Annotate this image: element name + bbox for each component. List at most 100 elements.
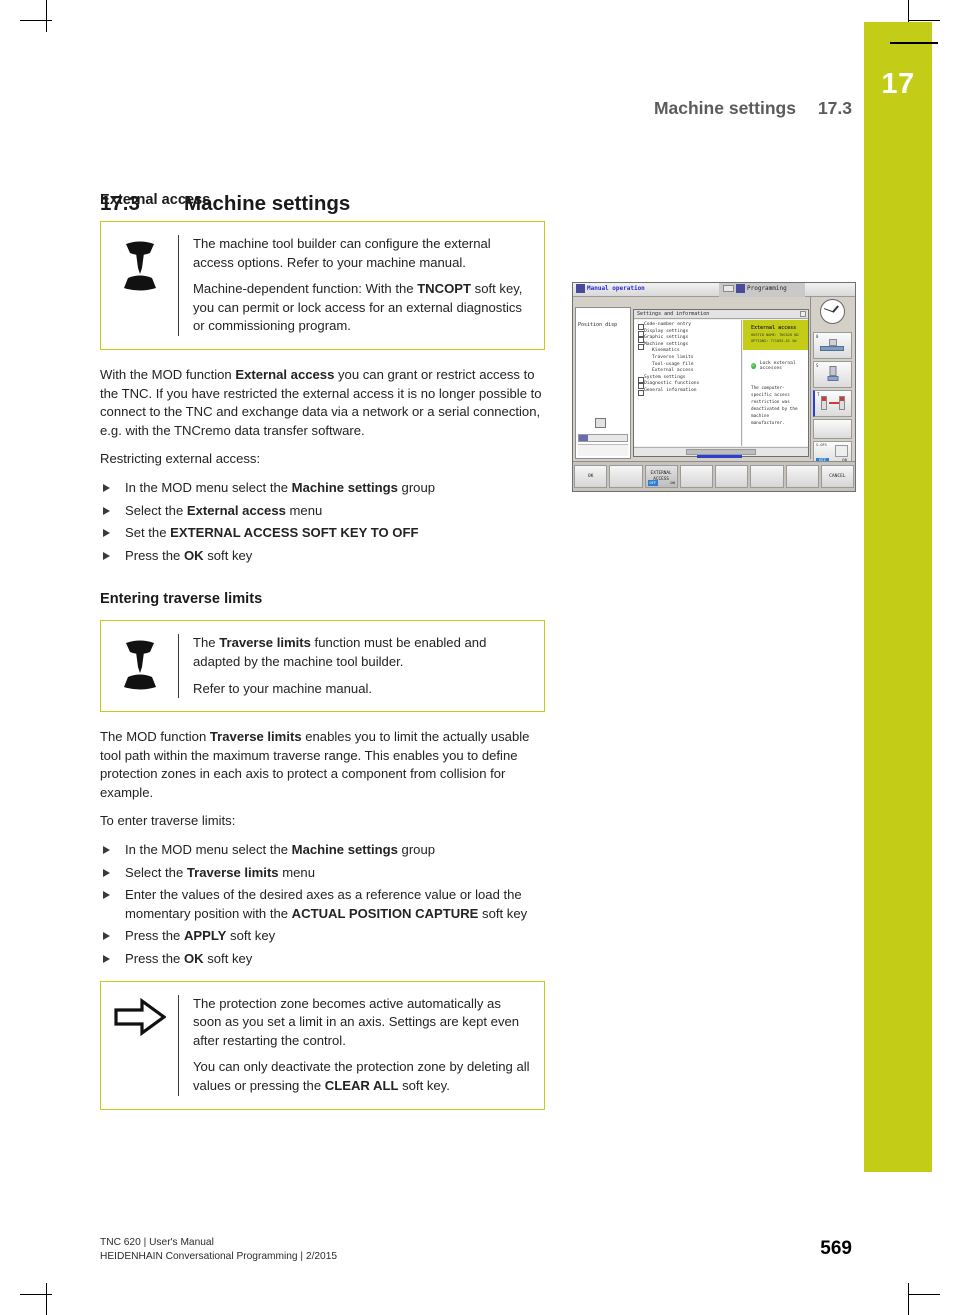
body-traverse-limits: The MOD function Traverse limits enables… xyxy=(100,729,530,800)
steps-intro-external-access: Restricting external access: xyxy=(100,451,261,467)
tnc-position-display-label: Position disp xyxy=(578,322,618,328)
programming-mode-icon xyxy=(736,284,745,293)
note-protection-zone: The protection zone becomes active autom… xyxy=(100,980,545,1110)
tnc-mode-manual-operation: Manual operation xyxy=(576,284,645,293)
steps-external-access: In the MOD menu select the Machine setti… xyxy=(100,479,545,565)
spindle-icon[interactable]: 0 xyxy=(813,332,852,359)
tnc-horizontal-scrollbar[interactable] xyxy=(634,447,808,458)
softkey-external-access[interactable]: EXTERNAL ACCESS OFF ON xyxy=(644,465,678,488)
footer-text: TNC 620 | User's Manual HEIDENHAIN Conve… xyxy=(100,1236,337,1264)
footer-line-2: HEIDENHAIN Conversational Programming | … xyxy=(100,1251,338,1262)
softkey-external-access-state: OFF ON xyxy=(647,480,675,486)
tnc-lock-label: Lock external accesses xyxy=(759,361,796,371)
tnc-pane-info: The computer-specific access restriction… xyxy=(751,386,798,426)
step-item: In the MOD menu select the Machine setti… xyxy=(100,479,545,498)
figure-column: Manual operation Programming Position di… xyxy=(572,282,856,492)
note-paragraph: Refer to your machine manual. xyxy=(193,680,373,696)
page-number: 569 xyxy=(820,1238,852,1259)
bullet-triangle-icon xyxy=(103,529,110,538)
note-external-access-body: The machine tool builder can configure t… xyxy=(179,235,530,336)
crop-mark-left-bottom xyxy=(20,1294,52,1295)
tnc-settings-tree[interactable]: Code-number entry Display settings Graph… xyxy=(634,320,742,446)
note-paragraph: Machine-dependent function: With the TNC… xyxy=(193,281,523,334)
tree-item-traverse-limits[interactable]: Traverse limits xyxy=(636,355,741,362)
page-footer: TNC 620 | User's Manual HEIDENHAIN Conve… xyxy=(100,1236,852,1264)
step-item: Set the EXTERNAL ACCESS SOFT KEY TO OFF xyxy=(100,524,545,543)
tnc-progress-bar xyxy=(696,455,742,458)
status-indicator-icon xyxy=(751,363,756,369)
tnc-panel-button[interactable] xyxy=(595,418,606,428)
text-column: External access The machine tool builder… xyxy=(100,192,545,1126)
bullet-triangle-icon xyxy=(103,868,110,877)
tnc-softkey-row: OK EXTERNAL ACCESS OFF ON CANCEL xyxy=(573,461,855,491)
softkey-cancel[interactable]: CANCEL xyxy=(820,465,854,488)
bullet-triangle-icon xyxy=(103,483,110,492)
machine-tool-icon xyxy=(123,640,156,690)
s-ofs-glyph-icon xyxy=(835,445,848,457)
footer-line-1: TNC 620 | User's Manual xyxy=(100,1237,214,1248)
status-blank-slot xyxy=(813,419,852,439)
softkey-ok[interactable]: OK xyxy=(574,465,608,488)
note-paragraph: The protection zone becomes active autom… xyxy=(193,995,520,1048)
softkey-empty-5[interactable] xyxy=(785,465,819,488)
note-traverse-limits-body: The Traverse limits function must be ena… xyxy=(179,634,530,698)
bullet-triangle-icon xyxy=(103,506,110,515)
tnc-status-icon-column: 0 S T S-OFS OFF ON xyxy=(810,297,854,491)
crop-mark-top-left xyxy=(46,0,47,32)
tool-icon[interactable]: S xyxy=(813,361,852,388)
note-traverse-limits: The Traverse limits function must be ena… xyxy=(100,620,545,713)
machine-tool-icon-cell xyxy=(101,634,179,699)
tnc-dialog-title: Settings and information xyxy=(634,310,808,319)
softkey-empty-2[interactable] xyxy=(679,465,713,488)
step-item: Select the Traverse limits menu xyxy=(100,864,545,883)
softkey-empty-3[interactable] xyxy=(715,465,749,488)
bullet-triangle-icon xyxy=(103,846,110,855)
tnc-detail-pane: External access HOSTID NAME: TNC620 NO O… xyxy=(743,320,808,446)
steps-traverse-limits: In the MOD menu select the Machine setti… xyxy=(100,841,545,969)
heading-external-access: External access xyxy=(100,192,211,208)
tool-pair-icon[interactable]: T xyxy=(813,390,852,417)
close-icon[interactable] xyxy=(800,311,806,317)
clock-icon xyxy=(813,299,852,330)
softkey-empty-1[interactable] xyxy=(609,465,643,488)
crop-mark-right-bottom xyxy=(908,1294,940,1295)
machine-tool-icon-cell xyxy=(101,235,179,336)
note-paragraph: The machine tool builder can configure t… xyxy=(193,236,491,270)
tnc-lock-external-accesses-row[interactable]: Lock external accesses xyxy=(751,361,808,371)
tnc-mode-programming: Programming xyxy=(723,284,787,293)
step-item: Press the APPLY soft key xyxy=(100,927,545,946)
tree-item-code-number-entry[interactable]: Code-number entry xyxy=(636,322,741,330)
heading-traverse-limits: Entering traverse limits xyxy=(100,591,263,608)
bullet-triangle-icon xyxy=(103,551,110,560)
tnc-panel-strip xyxy=(578,434,628,442)
softkey-empty-4[interactable] xyxy=(750,465,784,488)
tree-item-general-information[interactable]: General information xyxy=(636,388,741,396)
body-external-access: With the MOD function External access yo… xyxy=(100,366,542,438)
dnc-icon xyxy=(723,285,734,292)
tree-item-diagnostic-functions[interactable]: Diagnostic functions xyxy=(636,381,741,389)
tnc-settings-dialog: Settings and information Code-number ent… xyxy=(633,309,809,458)
crop-mark-left-top xyxy=(20,20,52,21)
crop-mark-bottom-left xyxy=(46,1283,47,1315)
tnc-position-display-panel: Position disp xyxy=(575,307,631,459)
note-external-access: The machine tool builder can configure t… xyxy=(100,221,545,350)
tree-item-external-access[interactable]: External access xyxy=(652,368,694,373)
machine-tool-icon xyxy=(123,241,156,291)
bullet-triangle-icon xyxy=(103,932,110,941)
running-header: Machine settings 17.3 xyxy=(100,98,852,119)
tree-item-graphic-settings[interactable]: Graphic settings xyxy=(636,335,741,343)
crop-mark-bottom-right xyxy=(908,1283,909,1315)
tnc-pane-title: External access xyxy=(751,325,797,331)
arrow-right-icon xyxy=(113,997,166,1036)
tnc-mode-right-label: Programming xyxy=(747,285,787,292)
steps-intro-traverse-limits: To enter traverse limits: xyxy=(100,813,236,829)
chapter-number: 17 xyxy=(881,68,915,100)
note-paragraph: You can only deactivate the protection z… xyxy=(193,1059,530,1093)
step-item: Press the OK soft key xyxy=(100,950,545,969)
bullet-triangle-icon xyxy=(103,955,110,964)
tnc-panel-rows xyxy=(578,444,628,456)
tnc-pane-subtitle: HOSTID NAME: TNC620 NO OPTIONS: 771855-0… xyxy=(751,333,799,343)
tree-item-kinematics[interactable]: Kinematics xyxy=(636,348,741,355)
header-rule xyxy=(890,42,938,44)
step-item: Press the OK soft key xyxy=(100,547,545,566)
